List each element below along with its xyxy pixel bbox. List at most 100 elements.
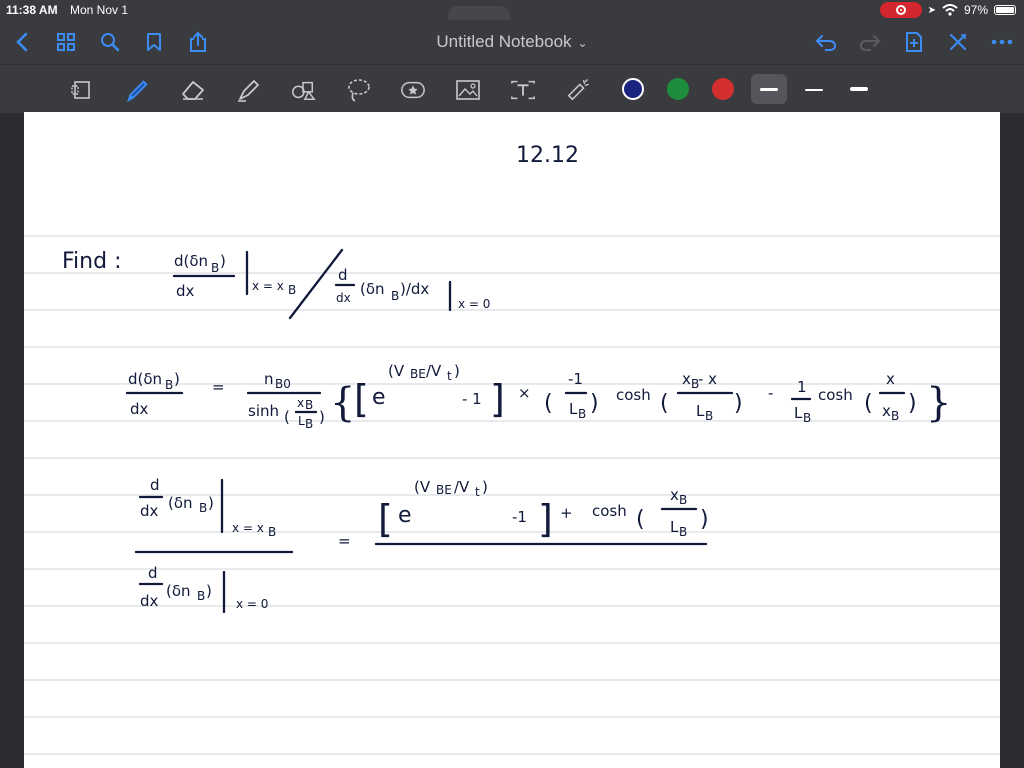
deriv-frac1-den-sub: B: [578, 407, 586, 421]
deriv-frac2-den: L: [696, 402, 705, 420]
battery-percent: 97%: [963, 3, 988, 17]
ratio-bracket-open: [: [378, 497, 393, 541]
notebook-page[interactable]: 12.12 Find : d(δn B ) dx x = x B d dx (δ…: [24, 112, 1000, 768]
find-eval1: x = x: [252, 279, 284, 293]
deriv-equals: =: [212, 378, 225, 396]
find-divide-slash: [288, 248, 344, 320]
deriv-frac2-num: x: [682, 370, 691, 388]
highlighter-tool-icon[interactable]: [235, 77, 261, 103]
deriv-coef-den-frac-den-sub: B: [305, 417, 313, 431]
lasso-tool-icon[interactable]: [345, 77, 371, 103]
ratio-bot-eval: x = 0: [236, 597, 268, 611]
redo-icon[interactable]: [858, 30, 882, 54]
ratio-frac-num: x: [670, 486, 679, 504]
stroke-thin-option[interactable]: [760, 88, 778, 91]
location-icon: ➤: [927, 4, 936, 16]
color-green-swatch[interactable]: [667, 78, 689, 100]
more-options-icon[interactable]: [990, 30, 1014, 54]
deriv-exponent-tail: /V: [426, 362, 442, 380]
ratio-top-eval: x = x: [232, 521, 264, 535]
find-label: Find :: [62, 249, 121, 274]
laser-pointer-icon[interactable]: [565, 77, 591, 103]
deriv-paren1-close: ): [590, 391, 599, 416]
deriv-coef-num: n: [264, 370, 274, 388]
deriv-paren2-close: ): [734, 391, 743, 416]
deriv-brace-close: }: [926, 380, 951, 426]
deriv-frac3-den: L: [794, 404, 803, 422]
ratio-top-expr: (δn: [168, 494, 193, 512]
page-canvas[interactable]: 12.12 Find : d(δn B ) dx x = x B d dx (δ…: [24, 112, 1000, 768]
wifi-icon: [942, 4, 958, 16]
ratio-top-eval-sub: B: [268, 525, 276, 539]
ratio-exponent-sub: BE: [436, 483, 452, 497]
deriv-paren2-open: (: [660, 391, 669, 416]
deriv-paren3-open: (: [864, 391, 873, 416]
deriv-lhs-close: ): [174, 370, 180, 388]
sticker-tool-icon[interactable]: [400, 77, 426, 103]
deriv-coef-num-sub: B0: [275, 377, 291, 391]
deriv-bracket-open: [: [354, 377, 369, 421]
color-navy-swatch[interactable]: [622, 78, 644, 100]
deriv-frac2-den-sub: B: [705, 409, 713, 423]
deriv-cosh2: cosh: [818, 386, 853, 404]
color-red-swatch[interactable]: [712, 78, 734, 100]
ratio-exponent-close: ): [482, 478, 488, 496]
deriv-frac4-num: x: [886, 370, 895, 388]
find-den: dx: [176, 282, 195, 300]
find-dx2: dx: [336, 291, 351, 305]
status-time: 11:38 AM: [6, 3, 58, 17]
deriv-cosh1: cosh: [616, 386, 651, 404]
ratio-frac-den: L: [670, 518, 679, 536]
drawing-toolbar: [0, 64, 1024, 113]
ratio-bot-dx: dx: [140, 592, 159, 610]
find-num: d(δn: [174, 252, 208, 270]
find-eval1-sub: B: [288, 283, 296, 297]
text-tool-icon[interactable]: [510, 77, 536, 103]
find-statement: Find : d(δn B ) dx x = x B d dx (δn B )/…: [62, 248, 490, 320]
screen-recording-icon[interactable]: [879, 2, 922, 18]
image-tool-icon[interactable]: [455, 77, 481, 103]
deriv-bracket-close: ]: [490, 377, 505, 421]
deriv-frac1-den: L: [569, 400, 578, 418]
notebook-title-text[interactable]: Untitled Notebook: [436, 32, 571, 51]
deriv-coef-paren-open: (: [284, 408, 290, 426]
ratio-top-sub: B: [199, 501, 207, 515]
ratio-paren-close: ): [700, 507, 709, 532]
find-num-close: ): [220, 252, 226, 270]
deriv-paren1-open: (: [544, 391, 553, 416]
deriv-lhs-sub: B: [165, 378, 173, 392]
close-pen-icon[interactable]: [946, 30, 970, 54]
deriv-coef-den-frac-den: L: [298, 414, 305, 428]
stroke-thick-option[interactable]: [850, 87, 868, 91]
find-d2: d: [338, 266, 348, 284]
deriv-minus-one: - 1: [462, 390, 482, 408]
deriv-frac2-num-tail: - x: [698, 370, 717, 388]
shapes-tool-icon[interactable]: [290, 77, 316, 103]
ratio-exponent-tail-sub: t: [475, 485, 480, 499]
deriv-coef-paren-close: ): [319, 408, 325, 426]
ratio-bot-close: ): [206, 582, 212, 600]
deriv-coef-den-frac-num: x: [297, 396, 304, 410]
page-lasso-tool-icon[interactable]: [70, 77, 96, 103]
deriv-brace-open: {: [330, 380, 355, 426]
deriv-minus: -: [768, 384, 773, 402]
stroke-thinner-option[interactable]: [805, 89, 823, 91]
deriv-coef-den: sinh: [248, 402, 279, 420]
ratio-e: e: [398, 503, 412, 528]
problem-number: 12.12: [516, 143, 579, 168]
chevron-down-icon[interactable]: ⌄: [578, 36, 588, 50]
ratio-bot-expr: (δn: [166, 582, 191, 600]
ratio-frac-den-sub: B: [679, 525, 687, 539]
battery-icon: [994, 5, 1016, 15]
deriv-exponent-close: ): [454, 362, 460, 380]
deriv-lhs-num: d(δn: [128, 370, 162, 388]
nav-bar: Untitled Notebook ⌄: [0, 20, 1024, 64]
add-page-icon[interactable]: [902, 30, 926, 54]
pen-tool-icon[interactable]: [125, 77, 151, 103]
deriv-frac3-den-sub: B: [803, 411, 811, 425]
undo-icon[interactable]: [814, 30, 838, 54]
ratio-exponent-tail: /V: [454, 478, 470, 496]
eraser-tool-icon[interactable]: [180, 77, 206, 103]
deriv-e: e: [372, 385, 386, 410]
ratio-top-d: d: [150, 476, 160, 494]
